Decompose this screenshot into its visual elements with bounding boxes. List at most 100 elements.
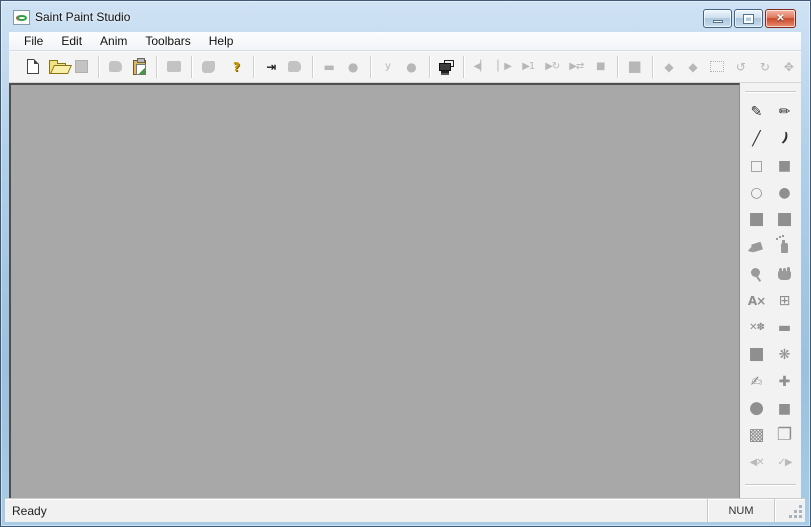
- rectangle-outline-icon: □: [749, 157, 764, 174]
- writing-hand-icon: ✍: [750, 373, 763, 390]
- maximize-button[interactable]: [734, 9, 763, 28]
- menu-bar: File Edit Anim Toolbars Help: [9, 32, 801, 51]
- rounded-select-tool[interactable]: ■: [744, 342, 770, 367]
- effects-tool[interactable]: ❋: [772, 342, 798, 367]
- acquire-button: [197, 55, 219, 79]
- move-tool[interactable]: ✚: [772, 369, 798, 394]
- flood-fill-tool[interactable]: [744, 234, 770, 259]
- rotate-right-icon: ↻: [759, 59, 770, 74]
- erase-icon: ✕✽: [749, 321, 765, 333]
- brush-mode-button: y: [377, 55, 399, 79]
- paste-button[interactable]: [128, 55, 150, 79]
- stop-icon: ■: [596, 60, 606, 72]
- acquire-icon: [201, 60, 215, 73]
- filled-square-icon: ■: [748, 209, 765, 229]
- dot-mode-button: ●: [401, 55, 423, 79]
- titlebar[interactable]: Saint Paint Studio ✕: [2, 2, 809, 32]
- print-icon: [166, 61, 181, 72]
- filled-square-icon: ■: [776, 209, 793, 229]
- play-once-button: ▶1: [517, 55, 539, 79]
- save-button: [70, 55, 92, 79]
- print-button: [163, 55, 185, 79]
- cancel-arrow-icon: ◀✕: [749, 456, 764, 468]
- ellipse-filled-tool[interactable]: ●: [772, 180, 798, 205]
- menu-anim[interactable]: Anim: [91, 32, 136, 50]
- fit-to-frame-icon: ⇥: [266, 59, 276, 74]
- line-tool[interactable]: ╱: [744, 126, 770, 151]
- paint-bucket-icon: [750, 241, 763, 252]
- maximize-icon: [743, 13, 754, 24]
- dither-tool[interactable]: ▩: [744, 423, 770, 448]
- blob-icon: ●: [749, 398, 764, 418]
- blob-select-tool[interactable]: ●: [744, 396, 770, 421]
- brush-icon: y: [385, 60, 391, 72]
- marker-tool[interactable]: ✏: [772, 99, 798, 124]
- play-once-icon: ▶1: [522, 60, 535, 72]
- app-window: Saint Paint Studio ✕ File Edit Anim Toolbar…: [0, 0, 811, 527]
- hand-icon: [778, 268, 791, 280]
- paste-clipboard-icon: [132, 58, 146, 75]
- gradient-rect-icon: ▬: [777, 319, 792, 336]
- curve-tool[interactable]: ): [772, 126, 798, 151]
- stop-button: ■: [589, 55, 611, 79]
- pen-icon: ✎: [750, 103, 763, 120]
- crop-button: [706, 55, 728, 79]
- minimize-button[interactable]: [703, 9, 732, 28]
- gradient-tool[interactable]: ▬: [772, 315, 798, 340]
- rectangle-filled-tool[interactable]: ■: [772, 153, 798, 178]
- animation-frames-button[interactable]: [435, 55, 457, 79]
- help-button[interactable]: ?: [225, 55, 247, 79]
- rectangle-outline-tool[interactable]: □: [744, 153, 770, 178]
- canvas-workspace: [9, 83, 740, 498]
- num-lock-indicator: NUM: [707, 499, 775, 522]
- polygon-fill-tool[interactable]: ■: [772, 207, 798, 232]
- rotate-left-icon: ↺: [735, 59, 746, 74]
- text-tool[interactable]: A×: [744, 288, 770, 313]
- rotate-left-button: ↺: [730, 55, 752, 79]
- main-toolbar: ? ⇥ ▬ ● y ● ◀▏ ▏▶ ▶1 ▶↻ ▶⇄ ■ ■ ◆ ◆ ↺ ↻ ✥: [9, 51, 801, 83]
- layered-squares-icon: ❐: [776, 425, 793, 445]
- marker-icon: ✏: [778, 103, 791, 120]
- color-picker-tool[interactable]: [744, 261, 770, 286]
- menu-file[interactable]: File: [15, 32, 52, 50]
- frame-options-button: [284, 55, 306, 79]
- play-loop-button: ▶↻: [541, 55, 563, 79]
- next-frame-icon: ▏▶: [497, 60, 512, 72]
- crop-icon: [709, 61, 724, 72]
- window-title: Saint Paint Studio: [35, 10, 131, 24]
- ellipse-outline-tool[interactable]: ○: [744, 180, 770, 205]
- open-button[interactable]: [46, 55, 68, 79]
- menu-toolbars[interactable]: Toolbars: [136, 32, 199, 50]
- previous-frame-icon: ◀▏: [473, 60, 488, 72]
- menu-help[interactable]: Help: [200, 32, 243, 50]
- roundrect-tool[interactable]: ■: [744, 207, 770, 232]
- resize-grip[interactable]: [790, 506, 803, 519]
- pan-tool[interactable]: [772, 261, 798, 286]
- new-document-icon: [27, 59, 39, 74]
- window-controls: ✕: [703, 9, 796, 28]
- eraser-tool[interactable]: ✕✽: [744, 315, 770, 340]
- help-question-icon: ?: [232, 59, 240, 74]
- paste-image-tool[interactable]: ⊞: [772, 288, 798, 313]
- menu-edit[interactable]: Edit: [52, 32, 91, 50]
- rounded-square-icon: ■: [748, 344, 765, 364]
- play-loop-icon: ▶↻: [545, 60, 560, 72]
- palette-divider: [745, 91, 796, 92]
- close-icon: ✕: [776, 13, 785, 24]
- line-icon: ╱: [752, 130, 761, 147]
- app-icon: [13, 10, 30, 25]
- new-button[interactable]: [22, 55, 44, 79]
- textured-square-icon: ▩: [748, 425, 765, 445]
- close-button[interactable]: ✕: [765, 9, 796, 28]
- layers-tool[interactable]: ❐: [772, 423, 798, 448]
- halt-button: ■: [624, 55, 646, 79]
- fit-frame-button[interactable]: ⇥: [260, 55, 282, 79]
- airbrush-tool[interactable]: [772, 234, 798, 259]
- pen-tool[interactable]: ✎: [744, 99, 770, 124]
- square-select-tool[interactable]: ■: [772, 396, 798, 421]
- freehand-tool[interactable]: ✍: [744, 369, 770, 394]
- flip-horizontal-icon: ◆: [664, 59, 674, 74]
- status-message: Ready: [12, 503, 47, 518]
- undo-button: [104, 55, 126, 79]
- ellipse-filled-icon: ●: [778, 184, 791, 201]
